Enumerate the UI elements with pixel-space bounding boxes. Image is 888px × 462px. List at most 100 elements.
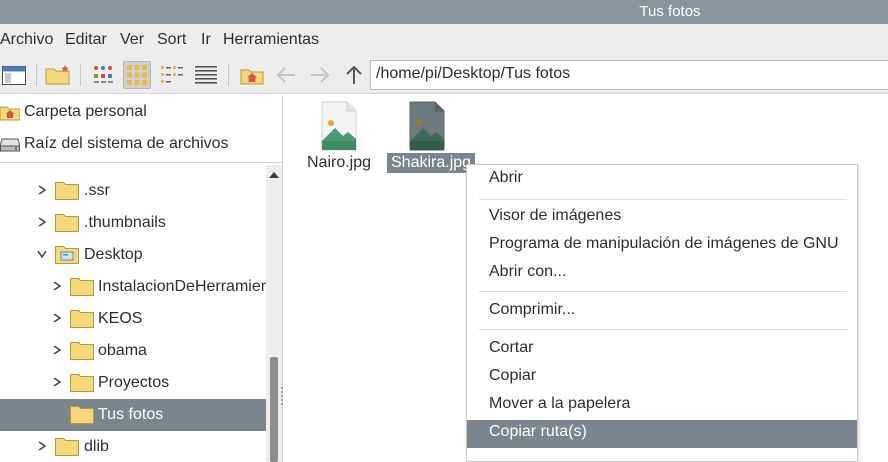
window-title: Tus fotos (639, 3, 701, 20)
tree-item-tus-fotos[interactable]: Tus fotos (0, 399, 266, 431)
scrollbar-thumb[interactable] (270, 357, 278, 462)
tree-item-dlib[interactable]: dlib (0, 431, 266, 462)
tree-item-thumbnails[interactable]: .thumbnails (0, 207, 266, 239)
tree-item-label: .thumbnails (84, 214, 166, 231)
menu-bar: Archivo Editar Ver Sort Ir Herramientas (0, 24, 888, 56)
drive-icon (0, 138, 20, 152)
expand-arrow-icon[interactable] (37, 441, 47, 451)
folder-icon (70, 374, 94, 392)
expand-arrow-icon[interactable] (52, 377, 62, 387)
folder-icon (55, 438, 79, 456)
back-button[interactable] (272, 61, 300, 89)
desktop-folder-icon (55, 246, 79, 264)
tree-item-label: KEOS (98, 310, 143, 327)
menu-item-abrir-con[interactable]: Abrir con... (467, 260, 857, 288)
toolbar: /home/pi/Desktop/Tus fotos (0, 56, 888, 94)
home-icon (0, 106, 20, 121)
folder-icon (70, 310, 94, 328)
menu-item-copiar[interactable]: Copiar (467, 364, 857, 392)
toolbar-separator (36, 64, 37, 86)
folder-icon (70, 278, 94, 296)
menu-separator (479, 291, 847, 292)
place-raiz-sistema[interactable]: Raíz del sistema de archivos (0, 130, 229, 158)
up-button[interactable] (340, 61, 368, 89)
folder-icon (70, 342, 94, 360)
context-menu: Abrir Visor de imágenes Programa de mani… (466, 164, 858, 462)
home-button[interactable] (238, 61, 266, 89)
thumbnail-view-button[interactable] (123, 61, 151, 89)
tree-item-desktop[interactable]: Desktop (0, 239, 266, 271)
tree-item-label: InstalacionDeHerramientas (98, 278, 266, 295)
expand-arrow-icon[interactable] (37, 185, 47, 195)
up-arrow-icon (346, 65, 362, 84)
compact-view-icon (161, 66, 183, 83)
new-window-button[interactable] (0, 61, 28, 89)
menu-separator (479, 329, 847, 330)
menu-item-copiar-ruta[interactable]: Copiar ruta(s) (467, 420, 857, 448)
scroll-up-arrow-icon[interactable] (266, 169, 282, 181)
list-view-icon (195, 66, 217, 84)
tree-item-instalacion[interactable]: InstalacionDeHerramientas (0, 271, 266, 303)
home-icon (240, 69, 264, 85)
path-input[interactable]: /home/pi/Desktop/Tus fotos (370, 60, 888, 90)
tree-item-ssr[interactable]: .ssr (0, 175, 266, 207)
expand-arrow-icon[interactable] (37, 217, 47, 227)
menu-sort[interactable]: Sort (157, 31, 186, 49)
menu-separator (479, 199, 847, 200)
place-label: Carpeta personal (24, 103, 147, 120)
folder-icon (55, 182, 79, 200)
icon-view-icon (94, 66, 113, 83)
forward-arrow-icon (311, 67, 330, 83)
file-item-shakira[interactable]: Shakira.jpg (387, 101, 476, 173)
menu-herramientas[interactable]: Herramientas (223, 31, 319, 49)
menu-archivo[interactable]: Archivo (0, 31, 53, 49)
thumbnail-view-icon (127, 65, 147, 85)
new-window-icon (2, 66, 26, 85)
expand-arrow-icon[interactable] (52, 281, 62, 291)
menu-item-mover-papelera[interactable]: Mover a la papelera (467, 392, 857, 420)
menu-item-cortar[interactable]: Cortar (467, 336, 857, 364)
expand-arrow-icon[interactable] (52, 313, 62, 323)
file-name-label: Nairo.jpg (306, 154, 372, 171)
tree-item-label: Tus fotos (98, 406, 164, 423)
tree-item-label: Desktop (84, 246, 143, 263)
file-item-nairo[interactable]: Nairo.jpg (299, 101, 379, 173)
menu-item-abrir[interactable]: Abrir (467, 166, 857, 194)
title-bar: Tus fotos (0, 0, 888, 24)
back-arrow-icon (276, 67, 295, 83)
icon-view-button[interactable] (90, 61, 118, 89)
menu-ir[interactable]: Ir (201, 31, 211, 49)
list-view-button[interactable] (192, 61, 220, 89)
place-label: Raíz del sistema de archivos (24, 135, 229, 152)
menu-item-comprimir[interactable]: Comprimir... (467, 298, 857, 326)
new-folder-icon (45, 65, 70, 85)
expand-arrow-icon[interactable] (52, 345, 62, 355)
menu-item-visor-imagenes[interactable]: Visor de imágenes (467, 204, 857, 232)
folder-icon (70, 406, 94, 424)
toolbar-separator (80, 64, 81, 86)
compact-view-button[interactable] (158, 61, 186, 89)
tree-item-label: .ssr (84, 182, 110, 199)
tree-item-keos[interactable]: KEOS (0, 303, 266, 335)
menu-editar[interactable]: Editar (65, 31, 107, 49)
menu-ver[interactable]: Ver (120, 31, 144, 49)
splitter-grip[interactable] (280, 386, 284, 406)
image-file-icon (321, 101, 357, 151)
forward-button[interactable] (306, 61, 334, 89)
tree-item-label: Proyectos (98, 374, 170, 391)
tree-item-obama[interactable]: obama (0, 335, 266, 367)
file-name-label: Shakira.jpg (387, 153, 476, 173)
menu-item-gimp[interactable]: Programa de manipulación de imágenes de … (467, 232, 857, 260)
collapse-arrow-icon[interactable] (37, 249, 47, 259)
place-carpeta-personal[interactable]: Carpeta personal (0, 98, 147, 126)
folder-icon (55, 214, 79, 232)
places-list: Carpeta personal Raíz del sistema de arc… (0, 95, 283, 163)
tree-item-proyectos[interactable]: Proyectos (0, 367, 266, 399)
tree-item-label: dlib (84, 438, 109, 455)
tree-item-label: obama (98, 342, 147, 359)
sidebar: Carpeta personal Raíz del sistema de arc… (0, 95, 283, 462)
new-folder-button[interactable] (44, 61, 72, 89)
tree-scrollbar[interactable] (266, 165, 282, 462)
image-file-icon (409, 101, 445, 151)
toolbar-separator (228, 64, 229, 86)
